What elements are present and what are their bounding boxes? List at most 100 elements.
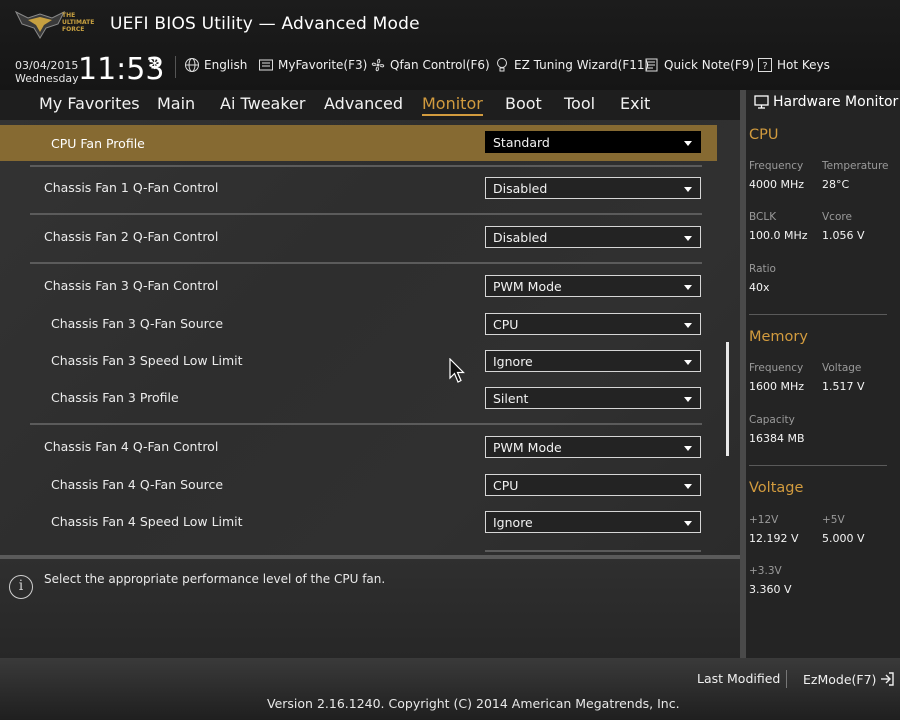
footer-bar: Last Modified EzMode(F7) Version 2.16.12… — [0, 658, 900, 720]
bclk-value: 100.0 MHz — [749, 229, 808, 242]
cpu-temperature-label: Temperature — [822, 160, 889, 172]
memory-voltage-value: 1.517 V — [822, 380, 865, 393]
lightbulb-icon — [497, 58, 507, 72]
setting-label: Chassis Fan 3 Q-Fan Control — [44, 278, 219, 293]
ez-tuning-wizard-button[interactable]: EZ Tuning Wizard(F11) — [494, 57, 649, 73]
memory-frequency-value: 1600 MHz — [749, 380, 805, 393]
version-text: Version 2.16.1240. Copyright (C) 2014 Am… — [267, 696, 680, 711]
settings-panel: CPU Fan Profile Standard Chassis Fan 1 Q… — [0, 120, 740, 555]
tab-advanced[interactable]: Advanced — [324, 94, 403, 113]
section-divider — [30, 213, 702, 215]
myfavorite-button[interactable]: MyFavorite(F3) — [258, 57, 367, 73]
note-icon — [645, 58, 658, 72]
v5-value: 5.000 V — [822, 532, 865, 545]
capacity-label: Capacity — [749, 414, 795, 426]
svg-text:?: ? — [762, 61, 767, 72]
cpu-heading: CPU — [749, 127, 779, 143]
chassis-fan4-control-dropdown[interactable]: PWM Mode — [485, 436, 701, 458]
toolbar-divider — [175, 56, 176, 78]
v5-label: +5V — [822, 514, 845, 526]
chassis-fan3-profile-dropdown[interactable]: Silent — [485, 387, 701, 409]
chevron-down-icon — [684, 285, 692, 290]
chassis-fan1-control-dropdown[interactable]: Disabled — [485, 177, 701, 199]
setting-label: CPU Fan Profile — [51, 136, 145, 151]
section-divider — [30, 165, 702, 167]
cpu-fan-profile-dropdown[interactable]: Standard — [485, 131, 701, 153]
v12-value: 12.192 V — [749, 532, 799, 545]
setting-label: Chassis Fan 1 Q-Fan Control — [44, 180, 219, 195]
chassis-fan3-low-limit-dropdown[interactable]: Ignore — [485, 350, 701, 372]
qfan-label: Qfan Control(F6) — [390, 58, 490, 72]
chassis-fan3-source-dropdown[interactable]: CPU — [485, 313, 701, 335]
mouse-cursor-icon — [449, 358, 465, 383]
quick-note-button[interactable]: Quick Note(F9) — [644, 57, 754, 73]
voltage-heading: Voltage — [749, 480, 804, 496]
last-modified-button[interactable]: Last Modified — [697, 671, 780, 686]
fan-icon — [371, 58, 385, 72]
chevron-down-icon — [684, 397, 692, 402]
v33-value: 3.360 V — [749, 583, 792, 596]
dropdown-value: Ignore — [493, 515, 533, 530]
setting-label: Chassis Fan 3 Q-Fan Source — [51, 316, 224, 331]
setting-label: Chassis Fan 4 Speed Low Limit — [51, 514, 243, 529]
ratio-value: 40x — [749, 281, 770, 294]
top-bar: THE ULTIMATE FORCE UEFI BIOS Utility — A… — [0, 0, 900, 90]
setting-label: Chassis Fan 3 Speed Low Limit — [51, 353, 243, 368]
setting-row-cpu-fan-profile[interactable]: CPU Fan Profile Standard — [0, 125, 717, 161]
help-text: Select the appropriate performance level… — [44, 572, 386, 586]
monitor-icon — [754, 95, 769, 109]
logo-text: THE ULTIMATE FORCE — [62, 12, 95, 33]
info-icon: i — [9, 575, 33, 599]
chassis-fan4-source-dropdown[interactable]: CPU — [485, 474, 701, 496]
tab-monitor[interactable]: Monitor — [422, 94, 483, 116]
setting-label: Chassis Fan 2 Q-Fan Control — [44, 229, 219, 244]
tab-exit[interactable]: Exit — [620, 94, 650, 113]
chassis-fan2-control-dropdown[interactable]: Disabled — [485, 226, 701, 248]
section-divider — [30, 423, 702, 425]
hot-keys-button[interactable]: ? Hot Keys — [757, 57, 830, 73]
v12-label: +12V — [749, 514, 779, 526]
gear-icon[interactable]: ✻ — [148, 54, 161, 73]
app-title: UEFI BIOS Utility — Advanced Mode — [110, 14, 420, 34]
settings-scrollbar[interactable] — [726, 342, 729, 456]
tab-boot[interactable]: Boot — [505, 94, 542, 113]
bclk-label: BCLK — [749, 211, 777, 223]
hw-divider — [749, 465, 887, 466]
ezmode-button[interactable]: EzMode(F7) — [803, 671, 895, 687]
main-menu-bar: My Favorites Main Ai Tweaker Advanced Mo… — [0, 90, 740, 120]
setting-label: Chassis Fan 3 Profile — [51, 390, 179, 405]
cpu-frequency-label: Frequency — [749, 160, 804, 172]
vcore-value: 1.056 V — [822, 229, 865, 242]
tab-my-favorites[interactable]: My Favorites — [39, 94, 140, 113]
favorite-icon — [259, 59, 273, 71]
dropdown-value: Standard — [493, 135, 550, 150]
exit-arrow-icon — [881, 672, 895, 686]
dropdown-value: Ignore — [493, 354, 533, 369]
memory-frequency-label: Frequency — [749, 362, 804, 374]
section-divider — [485, 550, 701, 552]
dropdown-value: PWM Mode — [493, 279, 562, 294]
footer-divider — [786, 670, 787, 688]
chassis-fan4-low-limit-dropdown[interactable]: Ignore — [485, 511, 701, 533]
memory-heading: Memory — [749, 329, 808, 345]
capacity-value: 16384 MB — [749, 432, 805, 445]
language-label: English — [204, 58, 248, 72]
language-button[interactable]: English — [184, 57, 247, 73]
tab-ai-tweaker[interactable]: Ai Tweaker — [220, 94, 305, 113]
date-text: 03/04/2015 — [15, 59, 79, 72]
tab-tool[interactable]: Tool — [564, 94, 595, 113]
tab-main[interactable]: Main — [157, 94, 195, 113]
ratio-label: Ratio — [749, 263, 776, 275]
qfan-control-button[interactable]: Qfan Control(F6) — [370, 57, 490, 73]
hardware-monitor-panel: Hardware Monitor CPU Frequency Temperatu… — [740, 90, 900, 658]
dropdown-value: Disabled — [493, 181, 548, 196]
setting-label: Chassis Fan 4 Q-Fan Source — [51, 477, 224, 492]
day-text: Wednesday — [15, 72, 79, 85]
hardware-monitor-label: Hardware Monitor — [773, 94, 899, 110]
chassis-fan3-control-dropdown[interactable]: PWM Mode — [485, 275, 701, 297]
globe-icon — [185, 58, 199, 72]
chevron-down-icon — [684, 236, 692, 241]
ez-tuning-label: EZ Tuning Wizard(F11) — [514, 58, 650, 72]
v33-label: +3.3V — [749, 565, 782, 577]
date-display: 03/04/2015 Wednesday — [15, 59, 79, 85]
